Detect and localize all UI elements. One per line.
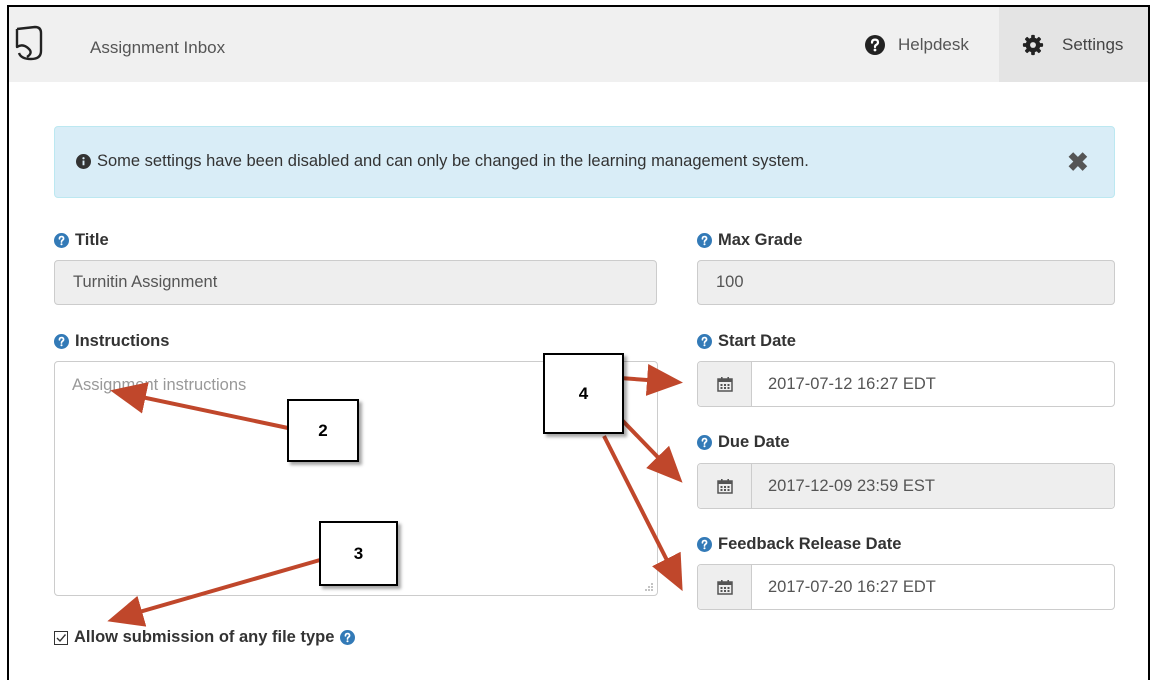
start-date-value: 2017-07-12 16:27 EDT [768, 374, 936, 393]
start-date-label-text: Start Date [718, 332, 796, 350]
turnitin-logo-icon[interactable] [11, 23, 47, 63]
instructions-label: Instructions [54, 332, 169, 351]
checkbox-checked-icon[interactable] [54, 630, 68, 645]
alert-message: Some settings have been disabled and can… [97, 152, 809, 170]
callout-2: 2 [287, 399, 359, 462]
feedback-date-label: Feedback Release Date [697, 535, 901, 554]
help-icon[interactable] [697, 334, 712, 349]
help-icon[interactable] [697, 537, 712, 552]
due-date-value: 2017-12-09 23:59 EST [752, 464, 1114, 508]
callout-3: 3 [319, 521, 398, 586]
max-grade-label: Max Grade [697, 231, 802, 250]
start-date-input[interactable]: 2017-07-12 16:27 EDT [697, 361, 1115, 407]
app-title[interactable]: Assignment Inbox [90, 38, 225, 58]
feedback-date-input[interactable]: 2017-07-20 16:27 EDT [697, 564, 1115, 610]
start-date-label: Start Date [697, 332, 796, 351]
allow-any-file-label: Allow submission of any file type [74, 628, 335, 646]
resize-handle-icon[interactable] [644, 582, 654, 592]
help-icon[interactable] [697, 435, 712, 450]
instructions-label-text: Instructions [75, 332, 170, 350]
close-icon[interactable]: ✖ [1067, 149, 1089, 175]
help-icon[interactable] [697, 233, 712, 248]
callout-4: 4 [543, 353, 624, 434]
max-grade-label-text: Max Grade [718, 231, 803, 249]
feedback-date-value: 2017-07-20 16:27 EDT [768, 577, 936, 596]
gear-icon [1022, 34, 1044, 55]
allow-any-file-checkbox-row[interactable]: Allow submission of any file type [54, 628, 361, 647]
title-label: Title [54, 231, 109, 250]
instructions-placeholder: Assignment instructions [72, 376, 247, 394]
info-circle-icon [76, 154, 91, 169]
settings-tab[interactable]: Settings [999, 7, 1148, 82]
top-navbar: Assignment Inbox Helpdesk Settings [9, 7, 1148, 82]
title-label-text: Title [75, 231, 109, 249]
calendar-icon[interactable] [698, 565, 752, 609]
helpdesk-label: Helpdesk [898, 34, 969, 54]
settings-page: Assignment Inbox Helpdesk Settings Some … [7, 5, 1150, 680]
calendar-icon[interactable] [698, 464, 752, 508]
due-date-label: Due Date [697, 433, 790, 452]
settings-label: Settings [1062, 34, 1124, 54]
info-alert: Some settings have been disabled and can… [54, 126, 1115, 198]
help-icon[interactable] [340, 630, 356, 645]
title-input[interactable]: Turnitin Assignment [54, 260, 657, 305]
help-icon[interactable] [54, 334, 69, 349]
question-circle-icon [865, 34, 885, 55]
max-grade-input[interactable]: 100 [697, 260, 1115, 305]
feedback-date-label-text: Feedback Release Date [718, 535, 902, 553]
help-icon[interactable] [54, 233, 69, 248]
calendar-icon[interactable] [698, 362, 752, 406]
helpdesk-link[interactable]: Helpdesk [865, 7, 969, 82]
due-date-input[interactable]: 2017-12-09 23:59 EST [697, 463, 1115, 509]
due-date-label-text: Due Date [718, 433, 790, 451]
